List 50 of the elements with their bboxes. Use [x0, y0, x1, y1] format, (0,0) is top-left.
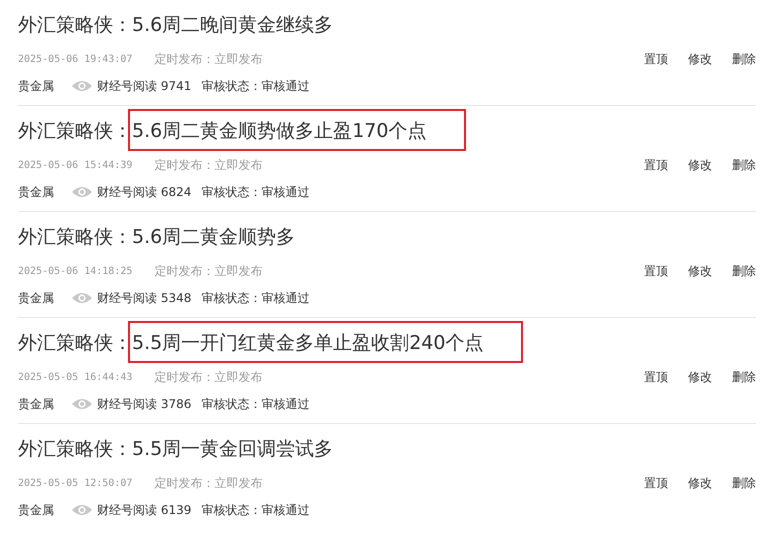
category-text: 贵金属	[18, 396, 54, 412]
article-title[interactable]: 外汇策略侠：5.6周二黄金顺势做多止盈170个点	[18, 120, 426, 142]
action-link[interactable]: 置顶	[644, 474, 668, 492]
review-status: 审核状态：审核通过	[201, 396, 310, 412]
action-link[interactable]: 修改	[688, 262, 712, 280]
read-count: 财经号阅读 9741	[97, 78, 192, 94]
review-status: 审核状态：审核通过	[201, 502, 310, 518]
category-text: 贵金属	[18, 184, 54, 200]
review-status: 审核状态：审核通过	[201, 78, 310, 94]
publish-time: 2025-05-05 16:44:43	[18, 372, 132, 382]
review-status: 审核状态：审核通过	[201, 184, 310, 200]
category-text: 贵金属	[18, 78, 54, 94]
action-link[interactable]: 修改	[688, 474, 712, 492]
article-title[interactable]: 外汇策略侠：5.6周二黄金顺势多	[18, 226, 296, 248]
action-link[interactable]: 删除	[732, 156, 756, 174]
article-title[interactable]: 外汇策略侠：5.5周一黄金回调尝试多	[18, 438, 334, 460]
action-link[interactable]: 置顶	[644, 156, 668, 174]
action-link[interactable]: 置顶	[644, 262, 668, 280]
eye-icon	[72, 186, 92, 198]
schedule-text: 定时发布：立即发布	[154, 368, 262, 386]
read-count: 财经号阅读 6824	[97, 184, 192, 200]
publish-time: 2025-05-06 15:44:39	[18, 160, 132, 170]
publish-time: 2025-05-06 14:18:25	[18, 266, 132, 276]
read-count: 财经号阅读 3786	[97, 396, 192, 412]
eye-icon	[72, 292, 92, 304]
article-title[interactable]: 外汇策略侠：5.5周一开门红黄金多单止盈收割240个点	[18, 332, 484, 354]
action-link[interactable]: 修改	[688, 156, 712, 174]
schedule-text: 定时发布：立即发布	[154, 262, 262, 280]
category-text: 贵金属	[18, 502, 54, 518]
action-link[interactable]: 修改	[688, 368, 712, 386]
eye-icon	[72, 504, 92, 516]
schedule-text: 定时发布：立即发布	[154, 474, 262, 492]
action-link[interactable]: 删除	[732, 50, 756, 68]
read-count: 财经号阅读 5348	[97, 290, 192, 306]
article-title[interactable]: 外汇策略侠：5.6周二晚间黄金继续多	[18, 14, 334, 36]
action-link[interactable]: 置顶	[644, 50, 668, 68]
action-link[interactable]: 修改	[688, 50, 712, 68]
action-link[interactable]: 删除	[732, 262, 756, 280]
eye-icon	[72, 80, 92, 92]
category-text: 贵金属	[18, 290, 54, 306]
schedule-text: 定时发布：立即发布	[154, 50, 262, 68]
publish-time: 2025-05-06 19:43:07	[18, 54, 132, 64]
publish-time: 2025-05-05 12:50:07	[18, 478, 132, 488]
schedule-text: 定时发布：立即发布	[154, 156, 262, 174]
review-status: 审核状态：审核通过	[201, 290, 310, 306]
action-link[interactable]: 删除	[732, 368, 756, 386]
read-count: 财经号阅读 6139	[97, 502, 192, 518]
action-link[interactable]: 删除	[732, 474, 756, 492]
eye-icon	[72, 398, 92, 410]
action-link[interactable]: 置顶	[644, 368, 668, 386]
